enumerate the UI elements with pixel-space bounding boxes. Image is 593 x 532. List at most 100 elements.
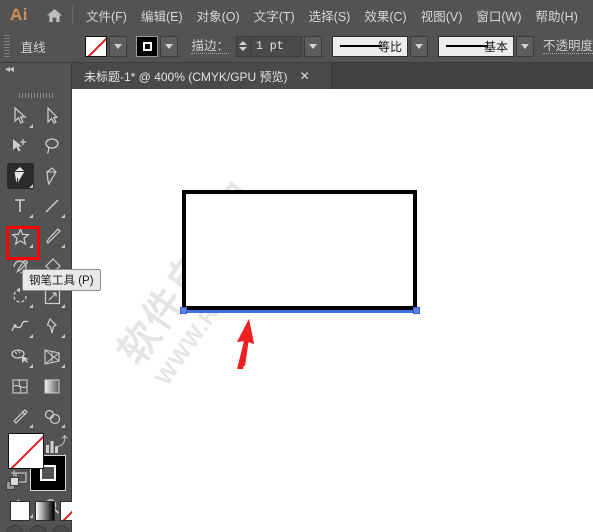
stroke-weight-input[interactable]: 1 pt xyxy=(249,35,302,57)
fill-swatch-large[interactable] xyxy=(8,433,44,469)
menu-item-type[interactable]: 文字(T) xyxy=(247,2,302,29)
document-canvas[interactable]: 软件自学网 WWW.RJZXW.COM xyxy=(72,89,593,532)
screen-mode-button-3[interactable] xyxy=(52,525,70,532)
chevron-down-icon xyxy=(165,43,174,49)
stroke-dropdown-caret[interactable] xyxy=(160,35,179,57)
pen-icon xyxy=(14,167,25,184)
menu-item-help[interactable]: 帮助(H) xyxy=(529,2,585,29)
brush-dropdown-caret[interactable] xyxy=(515,35,534,57)
default-fill-stroke-icon[interactable] xyxy=(6,477,20,491)
selection-type-label: 直线 xyxy=(20,40,46,55)
close-icon[interactable]: ✕ xyxy=(300,69,310,83)
menu-item-window[interactable]: 窗口(W) xyxy=(469,2,528,29)
screen-mode-buttons xyxy=(6,525,70,532)
gradient-tool[interactable] xyxy=(36,371,68,401)
shape-builder-icon xyxy=(11,348,29,363)
blend-tool[interactable] xyxy=(36,401,68,431)
width-warp-icon xyxy=(11,320,29,331)
line-segment-tool[interactable] xyxy=(36,191,68,221)
flyout-corner-icon xyxy=(61,214,65,218)
magic-wand-tool[interactable] xyxy=(4,131,36,161)
stroke-weight-stepper[interactable] xyxy=(235,35,250,57)
menu-item-object[interactable]: 对象(O) xyxy=(190,2,247,29)
perspective-grid-tool[interactable] xyxy=(36,341,68,371)
control-bar-grip[interactable] xyxy=(3,35,10,57)
lasso-tool[interactable] xyxy=(36,131,68,161)
fill-stroke-widget: ⤴ xyxy=(0,429,80,532)
arrow-cursor-icon xyxy=(14,107,27,124)
paintbrush-icon xyxy=(45,227,61,244)
document-tab[interactable]: 未标题-1* @ 400% (CMYK/GPU 预览) ✕ xyxy=(72,63,332,89)
red-arrow-annotation xyxy=(237,319,254,369)
pen-tool[interactable] xyxy=(4,161,36,191)
document-tab-bar: ◂◂ 未标题-1* @ 400% (CMYK/GPU 预览) ✕ xyxy=(0,63,593,89)
menu-divider xyxy=(72,6,73,24)
flyout-corner-icon xyxy=(29,124,33,128)
flyout-corner-icon xyxy=(61,334,65,338)
white-arrow-icon xyxy=(47,107,58,124)
anchor-point-bottom-right[interactable] xyxy=(413,307,420,314)
curvature-tool[interactable] xyxy=(36,161,68,191)
swap-fill-stroke-icon[interactable]: ⤴ xyxy=(55,431,68,450)
flyout-corner-icon xyxy=(29,184,33,188)
tool-panel: 钢笔工具 (P) ⤴ xyxy=(0,89,101,532)
shape-builder-tool[interactable] xyxy=(4,341,36,371)
flyout-corner-icon xyxy=(61,304,65,308)
width-tool[interactable] xyxy=(4,311,36,341)
color-mode-button[interactable] xyxy=(10,501,30,521)
gradient-mode-button[interactable] xyxy=(35,501,55,521)
pushpin-icon xyxy=(46,317,57,333)
brush-preview-icon xyxy=(445,45,488,47)
flyout-corner-icon xyxy=(61,424,65,428)
flyout-corner-icon xyxy=(29,214,33,218)
fill-color-swatch[interactable] xyxy=(85,35,108,57)
double-chevron-left-icon[interactable]: ◂◂ xyxy=(5,64,14,75)
chevron-down-icon xyxy=(414,43,423,49)
fill-dropdown-caret[interactable] xyxy=(109,35,128,57)
lasso-icon xyxy=(45,138,59,154)
flyout-corner-icon xyxy=(29,304,33,308)
mesh-tool[interactable] xyxy=(4,371,36,401)
gradient-icon xyxy=(44,379,60,393)
opacity-label[interactable]: 不透明度 xyxy=(542,39,593,54)
variable-width-profile-select[interactable]: 等比 xyxy=(331,35,408,57)
menu-bar: Ai 文件(F) 编辑(E) 对象(O) 文字(T) 选择(S) 效果(C) 视… xyxy=(0,0,593,30)
document-tab-title: 未标题-1* @ 400% (CMYK/GPU 预览) xyxy=(84,69,288,84)
stroke-profile-preview-icon xyxy=(339,45,382,47)
screen-mode-button-2[interactable] xyxy=(29,525,47,532)
line-segment-icon xyxy=(45,199,59,213)
tool-panel-collapse-area[interactable]: ◂◂ xyxy=(0,63,72,89)
direct-selection-tool[interactable] xyxy=(36,101,68,131)
app-logo: Ai xyxy=(10,5,28,24)
stroke-weight-label[interactable]: 描边： xyxy=(191,39,229,54)
chevron-down-icon xyxy=(308,43,317,49)
menu-item-file[interactable]: 文件(F) xyxy=(79,2,134,29)
stepper-up-icon xyxy=(239,41,248,45)
anchor-point-bottom-left[interactable] xyxy=(180,307,187,314)
free-transform-tool[interactable] xyxy=(36,311,68,341)
stroke-weight-dropdown-caret[interactable] xyxy=(303,35,322,57)
perspective-grid-icon xyxy=(44,348,60,365)
mesh-icon xyxy=(12,378,28,394)
chevron-down-icon xyxy=(114,43,123,49)
flyout-corner-icon xyxy=(29,424,33,428)
selected-bottom-edge[interactable] xyxy=(182,310,417,313)
menu-item-select[interactable]: 选择(S) xyxy=(302,2,358,29)
brush-definition-select[interactable]: 基本 xyxy=(437,35,514,57)
blend-icon xyxy=(44,409,61,424)
menu-item-edit[interactable]: 编辑(E) xyxy=(134,2,190,29)
pen-tool-highlight-box xyxy=(6,226,40,260)
menu-item-effect[interactable]: 效果(C) xyxy=(357,2,413,29)
curvature-pen-icon xyxy=(46,167,57,186)
profile-dropdown-caret[interactable] xyxy=(409,35,428,57)
type-tool[interactable] xyxy=(4,191,36,221)
home-icon[interactable] xyxy=(38,8,70,23)
tool-panel-grip[interactable] xyxy=(0,89,71,101)
screen-mode-button-1[interactable] xyxy=(6,525,24,532)
stroke-color-swatch[interactable] xyxy=(136,35,159,57)
paintbrush-tool[interactable] xyxy=(36,221,68,251)
rectangle-shape[interactable] xyxy=(182,190,417,310)
eyedropper-tool[interactable] xyxy=(4,401,36,431)
selection-tool[interactable] xyxy=(4,101,36,131)
menu-item-view[interactable]: 视图(V) xyxy=(414,2,470,29)
